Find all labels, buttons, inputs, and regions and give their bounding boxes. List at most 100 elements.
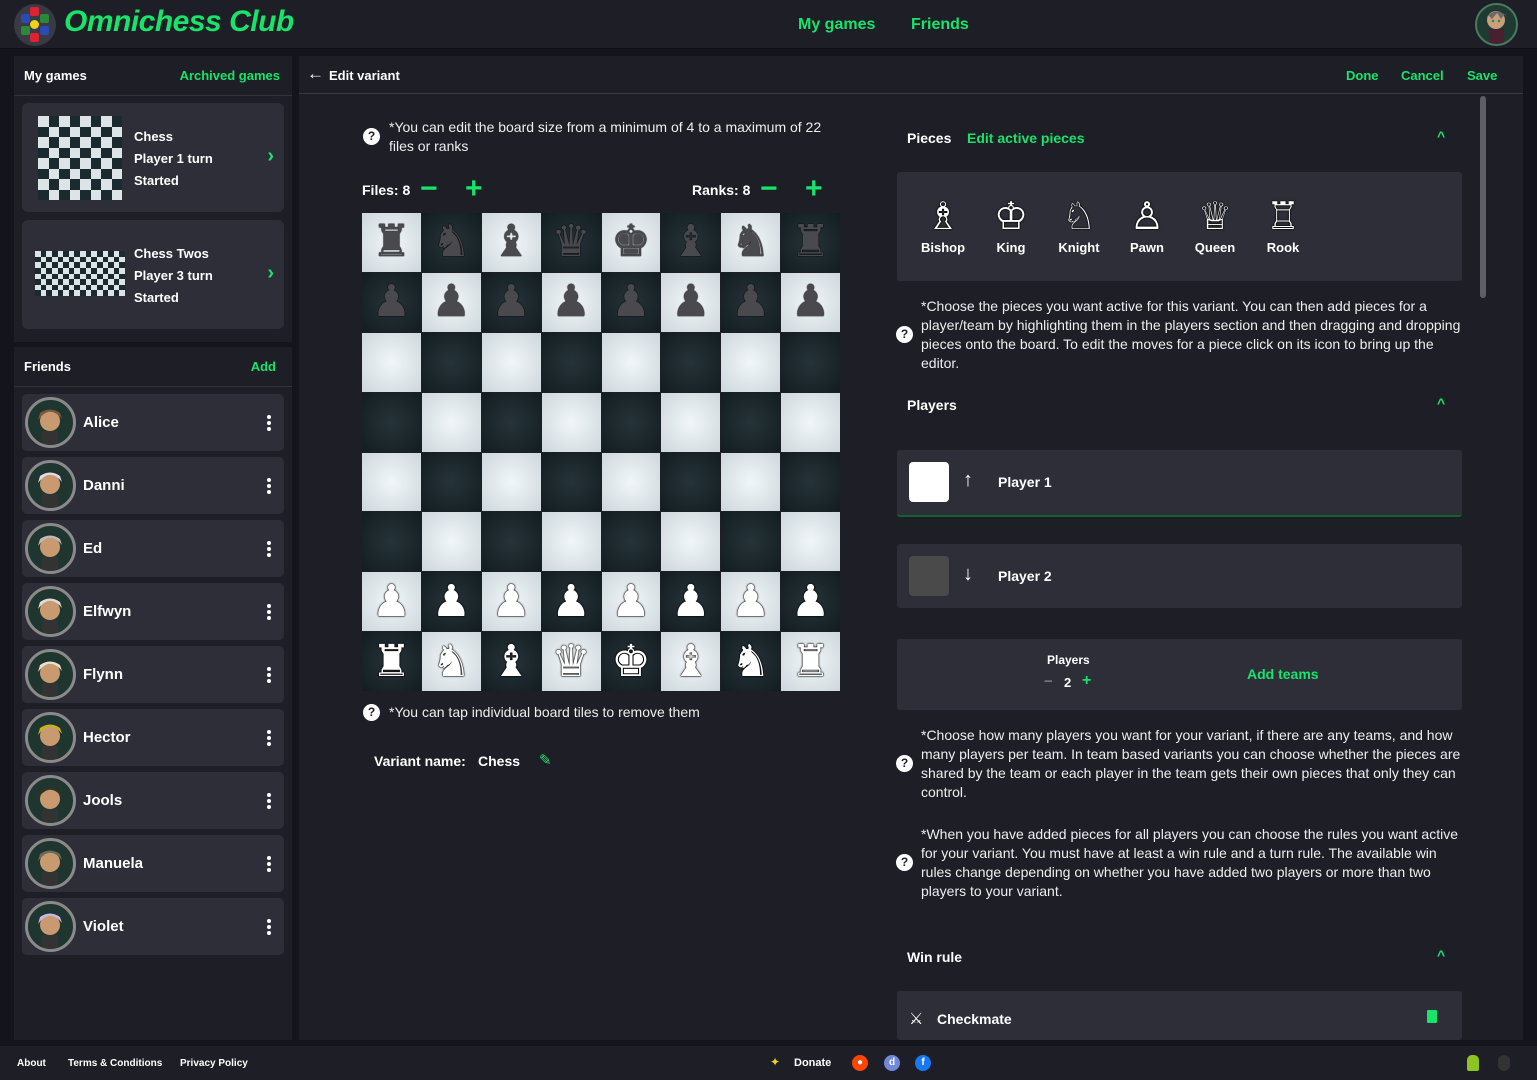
win-rule-row[interactable]: ⚔ Checkmate bbox=[897, 991, 1462, 1040]
help-icon[interactable]: ? bbox=[896, 854, 913, 871]
friend-avatar[interactable] bbox=[25, 649, 76, 700]
edit-pencil-icon[interactable]: ✎ bbox=[539, 751, 552, 769]
board-tile[interactable] bbox=[362, 332, 421, 392]
piece-item[interactable]: ♕ Queen bbox=[1185, 196, 1245, 255]
friend-avatar[interactable] bbox=[25, 712, 76, 763]
player-row-selected[interactable]: ↑ Player 1 bbox=[897, 450, 1462, 517]
files-decrease-button[interactable]: − bbox=[420, 174, 438, 204]
black-knight-icon[interactable]: ♞ bbox=[731, 220, 770, 264]
friend-avatar[interactable] bbox=[25, 838, 76, 889]
player-color-swatch[interactable] bbox=[909, 556, 949, 596]
board-tile[interactable]: ♝ bbox=[481, 632, 541, 691]
board-tile[interactable] bbox=[721, 452, 781, 512]
edit-active-pieces-link[interactable]: Edit active pieces bbox=[967, 130, 1085, 146]
board-tile[interactable] bbox=[481, 512, 541, 572]
board-tile[interactable] bbox=[481, 332, 541, 392]
friend-item[interactable]: Violet bbox=[22, 898, 284, 955]
black-pawn-icon[interactable]: ♟ bbox=[372, 280, 411, 324]
white-pawn-icon[interactable]: ♟ bbox=[551, 579, 590, 624]
board-tile[interactable] bbox=[421, 512, 481, 572]
board-tile[interactable]: ♟ bbox=[661, 572, 721, 632]
privacy-link[interactable]: Privacy Policy bbox=[180, 1058, 248, 1069]
board-tile[interactable] bbox=[661, 452, 721, 512]
friend-item[interactable]: Hector bbox=[22, 709, 284, 766]
board-tile[interactable]: ♚ bbox=[601, 632, 661, 691]
terms-link[interactable]: Terms & Conditions bbox=[68, 1058, 162, 1069]
board-tile[interactable] bbox=[541, 512, 601, 572]
board-tile[interactable]: ♜ bbox=[362, 213, 421, 272]
friend-avatar[interactable] bbox=[25, 586, 76, 637]
white-pawn-icon[interactable]: ♟ bbox=[432, 579, 471, 624]
board-tile[interactable]: ♞ bbox=[421, 213, 481, 272]
ranks-increase-button[interactable]: + bbox=[805, 174, 823, 204]
black-bishop-icon[interactable]: ♝ bbox=[671, 220, 710, 264]
board-tile[interactable] bbox=[362, 452, 421, 512]
more-options-icon[interactable] bbox=[266, 665, 272, 685]
players-increase-button[interactable]: + bbox=[1082, 672, 1091, 690]
board-tile[interactable]: ♟ bbox=[601, 572, 661, 632]
board-tile[interactable]: ♚ bbox=[601, 213, 661, 272]
board-tile[interactable] bbox=[481, 452, 541, 512]
friend-item[interactable]: Danni bbox=[22, 457, 284, 514]
black-knight-icon[interactable]: ♞ bbox=[432, 220, 471, 264]
board-tile[interactable] bbox=[421, 392, 481, 452]
piece-item[interactable]: ♘ Knight bbox=[1049, 196, 1109, 255]
board-tile[interactable] bbox=[421, 452, 481, 512]
board-tile[interactable] bbox=[601, 452, 661, 512]
board-tile[interactable] bbox=[601, 392, 661, 452]
facebook-icon[interactable]: f bbox=[915, 1055, 931, 1071]
reddit-icon[interactable]: ● bbox=[852, 1055, 868, 1071]
black-pawn-icon[interactable]: ♟ bbox=[551, 280, 590, 324]
black-pawn-icon[interactable]: ♟ bbox=[491, 280, 530, 324]
more-options-icon[interactable] bbox=[266, 476, 272, 496]
white-queen-icon[interactable]: ♛ bbox=[551, 639, 590, 684]
players-decrease-button[interactable]: − bbox=[1044, 673, 1053, 690]
board-tile[interactable]: ♟ bbox=[601, 272, 661, 332]
more-options-icon[interactable] bbox=[266, 854, 272, 874]
omnichess-logo-icon[interactable] bbox=[14, 4, 56, 46]
board-tile[interactable]: ♜ bbox=[781, 632, 840, 691]
board-tile[interactable] bbox=[781, 452, 840, 512]
board-tile[interactable]: ♝ bbox=[661, 632, 721, 691]
chess-board[interactable]: ♜ ♞ ♝ ♛ ♚ ♝ ♞ ♜ ♟ ♟ ♟ ♟ ♟ ♟ ♟ ♟ ♟ ♟ ♟ ♟ ♟ ♟ ♟ ♟ ♜ ♞ ♝ ♛ ♚ ♝ ♞ ♜ bbox=[362, 213, 840, 691]
discord-icon[interactable]: d bbox=[884, 1055, 900, 1071]
friend-avatar[interactable] bbox=[25, 523, 76, 574]
board-tile[interactable] bbox=[661, 512, 721, 572]
board-tile[interactable]: ♟ bbox=[721, 272, 781, 332]
help-icon[interactable]: ? bbox=[363, 704, 380, 721]
board-tile[interactable]: ♟ bbox=[421, 272, 481, 332]
friend-avatar[interactable] bbox=[25, 460, 76, 511]
white-pawn-icon[interactable]: ♟ bbox=[731, 579, 770, 624]
board-tile[interactable]: ♛ bbox=[541, 213, 601, 272]
add-friend-link[interactable]: Add bbox=[251, 359, 280, 374]
more-options-icon[interactable] bbox=[266, 602, 272, 622]
back-arrow-icon[interactable]: ← bbox=[307, 64, 324, 84]
white-knight-icon[interactable]: ♞ bbox=[731, 639, 770, 684]
board-tile[interactable] bbox=[601, 332, 661, 392]
white-knight-icon[interactable]: ♞ bbox=[432, 639, 471, 684]
friend-item[interactable]: Jools bbox=[22, 772, 284, 829]
piece-item[interactable]: ♗ Bishop bbox=[913, 196, 973, 255]
more-options-icon[interactable] bbox=[266, 791, 272, 811]
black-pawn-icon[interactable]: ♟ bbox=[671, 280, 710, 324]
black-queen-icon[interactable]: ♛ bbox=[551, 220, 590, 264]
board-tile[interactable]: ♟ bbox=[362, 572, 421, 632]
board-tile[interactable] bbox=[541, 392, 601, 452]
board-tile[interactable]: ♝ bbox=[481, 213, 541, 272]
black-rook-icon[interactable]: ♜ bbox=[791, 220, 830, 264]
board-tile[interactable] bbox=[362, 392, 421, 452]
board-tile[interactable] bbox=[661, 392, 721, 452]
donate-link[interactable]: Donate bbox=[794, 1057, 831, 1069]
pawn-icon[interactable]: ♙ bbox=[1117, 196, 1177, 238]
white-rook-icon[interactable]: ♜ bbox=[791, 639, 830, 684]
board-tile[interactable]: ♟ bbox=[661, 272, 721, 332]
knight-icon[interactable]: ♘ bbox=[1049, 196, 1109, 238]
android-icon[interactable] bbox=[1467, 1055, 1479, 1071]
black-pawn-icon[interactable]: ♟ bbox=[611, 280, 650, 324]
black-pawn-icon[interactable]: ♟ bbox=[791, 280, 830, 324]
board-tile[interactable] bbox=[781, 392, 840, 452]
black-rook-icon[interactable]: ♜ bbox=[372, 220, 411, 264]
piece-item[interactable]: ♖ Rook bbox=[1253, 196, 1313, 255]
piece-item[interactable]: ♙ Pawn bbox=[1117, 196, 1177, 255]
board-tile[interactable] bbox=[721, 332, 781, 392]
